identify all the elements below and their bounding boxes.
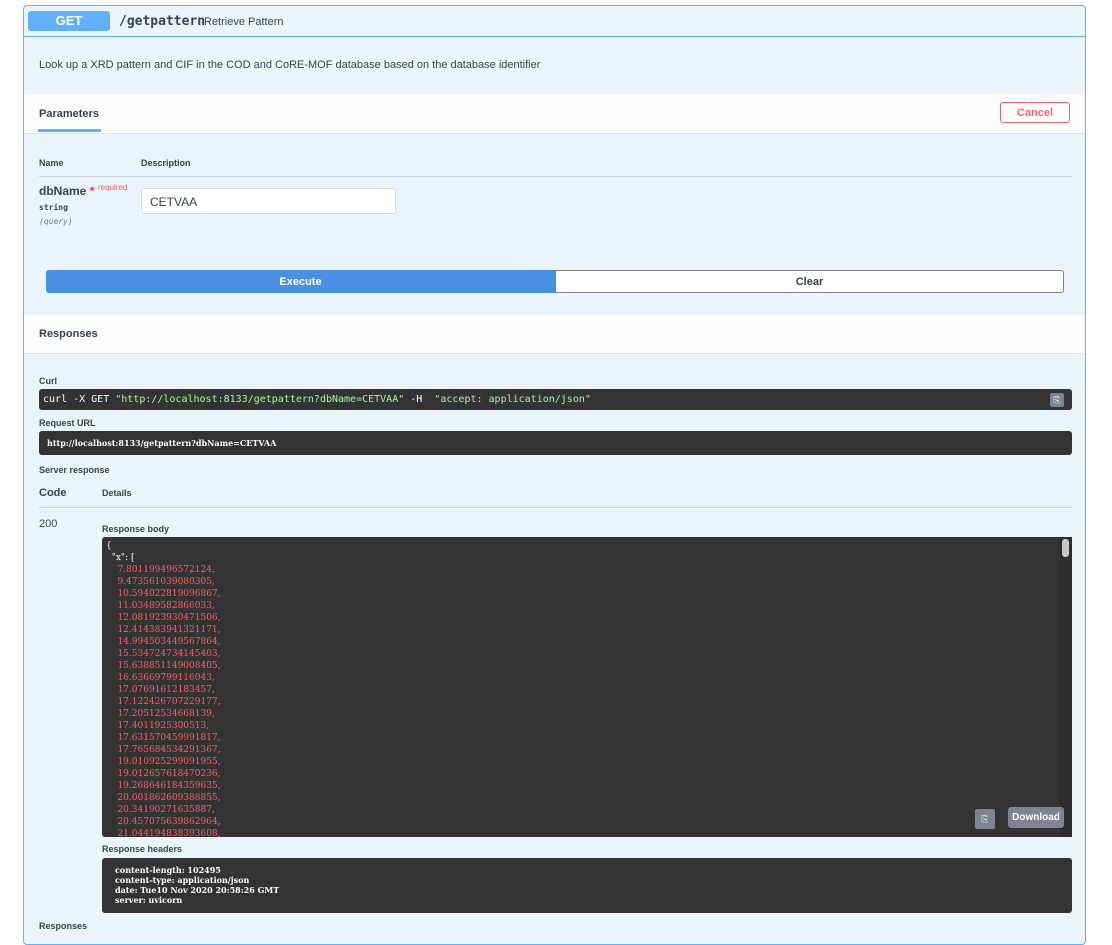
copy-response-icon[interactable]: ⎘: [975, 809, 995, 829]
response-body-value: 19.268646184359635,: [117, 781, 221, 791]
request-url: http://localhost:8133/getpattern?dbName=…: [39, 431, 1072, 455]
response-header-line: server: uvicorn: [115, 895, 183, 905]
response-body-value: 14.994503449567864,: [117, 637, 221, 647]
server-response-label: Server response: [39, 465, 110, 475]
responses-header: Responses: [24, 315, 1085, 354]
responses-footer-label: Responses: [39, 921, 88, 931]
response-body-value: 21.044194838393608,: [117, 829, 221, 837]
cancel-button[interactable]: Cancel: [1000, 102, 1070, 123]
param-name: dbName *: [39, 184, 95, 198]
response-divider: [39, 507, 1072, 508]
response-body-value: 19.010925299091955,: [117, 757, 221, 767]
copy-curl-icon[interactable]: ⎘: [1050, 393, 1064, 407]
param-required-label: required: [98, 183, 128, 192]
operation-block: GET /getpattern Retrieve Pattern Look up…: [23, 5, 1086, 945]
response-body-value: 16.63669799116043,: [117, 673, 215, 683]
response-body-value: 20.001862609388855,: [117, 793, 221, 803]
response-body-value: 20.457075639862964,: [117, 817, 221, 827]
response-body-label: Response body: [102, 524, 170, 534]
response-body-value: 11.03489582866033,: [117, 601, 215, 611]
response-body-scrollbar[interactable]: [1059, 537, 1072, 837]
operation-description: Look up a XRD pattern and CIF in the COD…: [39, 59, 541, 71]
response-body[interactable]: { "x": [ 7.801199496572124, 9.4735610390…: [102, 537, 1059, 837]
tab-parameters[interactable]: Parameters: [39, 108, 99, 120]
response-body-value: 17.122426707229177,: [117, 697, 221, 707]
response-body-value: 12.414383941321171,: [117, 625, 221, 635]
scrollbar-thumb[interactable]: [1062, 539, 1069, 557]
parameters-header: Parameters Cancel: [24, 94, 1085, 134]
curl-command[interactable]: curl -X GET "http://localhost:8133/getpa…: [39, 389, 1072, 410]
response-body-value: 12.081923930471506,: [117, 613, 221, 623]
response-headers-text: content-length: 102495 content-type: appl…: [115, 865, 279, 905]
param-type: string: [39, 203, 68, 212]
response-header-line: content-type: application/json: [115, 875, 250, 885]
response-headers-label: Response headers: [102, 844, 183, 854]
column-header-description: Description: [141, 158, 191, 168]
parameters-divider: [39, 176, 1072, 177]
details-column-header: Details: [102, 488, 132, 498]
execute-button[interactable]: Execute: [46, 270, 555, 293]
param-location: (query): [39, 217, 73, 226]
operation-summary[interactable]: GET /getpattern Retrieve Pattern: [24, 6, 1085, 37]
request-url-label: Request URL: [39, 418, 96, 428]
response-body-value: 17.4011925300513,: [117, 721, 210, 731]
column-header-name: Name: [39, 158, 64, 168]
dbname-input[interactable]: CETVAA: [141, 188, 396, 214]
response-headers: content-length: 102495 content-type: appl…: [102, 858, 1072, 913]
endpoint-path: /getpattern: [119, 14, 206, 29]
response-body-value: 17.765684534291367,: [117, 745, 221, 755]
response-body-value: 15.638851149008405,: [117, 661, 221, 671]
clear-button[interactable]: Clear: [555, 270, 1064, 293]
response-body-value: 7.801199496572124,: [117, 565, 215, 575]
code-column-header: Code: [39, 487, 67, 499]
response-body-value: 9.473561039080305,: [117, 577, 215, 587]
response-body-value: 10.594022819096867,: [117, 589, 221, 599]
curl-label: Curl: [39, 376, 57, 386]
response-body-value: 17.07691612183457,: [117, 685, 215, 695]
method-badge: GET: [28, 11, 110, 31]
response-body-text: { "x": [ 7.801199496572124, 9.4735610390…: [106, 541, 221, 837]
response-status-code: 200: [39, 518, 58, 530]
download-button[interactable]: Download: [1008, 807, 1064, 828]
operation-summary-text: Retrieve Pattern: [204, 16, 284, 28]
response-header-line: date: Tue10 Nov 2020 20:58:26 GMT: [115, 885, 280, 895]
tab-underline: [38, 129, 101, 132]
response-body-value: 15.534724734145403,: [117, 649, 221, 659]
response-header-line: content-length: 102495: [115, 865, 221, 875]
response-body-value: 19.012657618470236,: [117, 769, 221, 779]
response-body-value: 17.631570459991817,: [117, 733, 221, 743]
responses-title: Responses: [39, 328, 98, 340]
response-body-value: 20.34190271635887,: [117, 805, 215, 815]
response-body-value: 17.20512534668139,: [117, 709, 215, 719]
